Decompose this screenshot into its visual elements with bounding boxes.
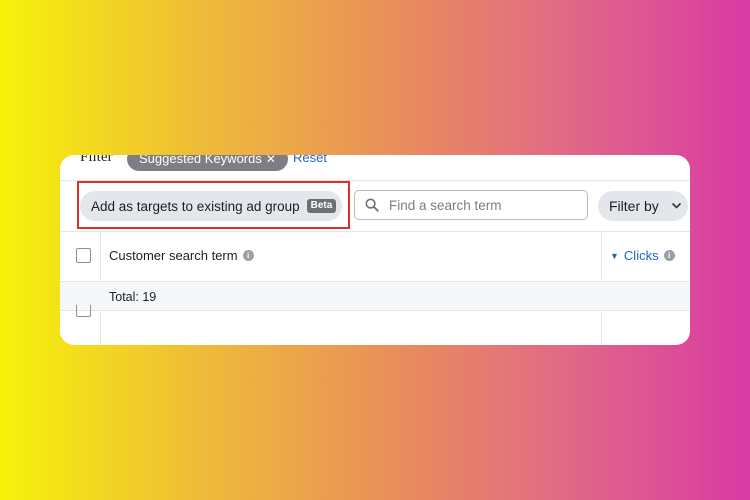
filter-by-button[interactable]: Filter by <box>598 191 688 221</box>
filter-bar: Filter Suggested Keywords ✕ Reset <box>60 155 690 181</box>
search-terms-table: Customer search term i ▼ Clicks i Total:… <box>60 232 690 345</box>
search-box[interactable] <box>354 190 588 220</box>
suggested-keywords-chip[interactable]: Suggested Keywords ✕ <box>127 155 288 171</box>
search-terms-panel: Filter Suggested Keywords ✕ Reset Add as… <box>60 155 690 345</box>
toolbar: Add as targets to existing ad group Beta… <box>60 181 690 231</box>
close-icon[interactable]: ✕ <box>266 155 276 171</box>
row-checkbox[interactable] <box>76 305 91 317</box>
chip-label: Suggested Keywords <box>139 155 262 166</box>
total-row: Total: 19 <box>60 282 690 310</box>
info-icon[interactable]: i <box>242 250 254 261</box>
filter-label: Filter <box>80 155 113 165</box>
row-text-cutoff <box>110 307 220 312</box>
search-icon <box>365 198 379 212</box>
column-label: Clicks <box>623 248 659 263</box>
info-icon[interactable]: i <box>663 250 675 261</box>
search-input[interactable] <box>387 196 581 214</box>
reset-link[interactable]: Reset <box>293 155 327 165</box>
chevron-down-icon <box>671 202 681 209</box>
total-label: Total: 19 <box>109 290 157 304</box>
table-row <box>60 305 690 345</box>
add-as-targets-button[interactable]: Add as targets to existing ad group Beta <box>80 191 342 221</box>
column-header-clicks[interactable]: ▼ Clicks i <box>610 248 675 263</box>
sort-desc-icon: ▼ <box>610 250 619 261</box>
select-all-checkbox[interactable] <box>76 248 91 263</box>
add-button-label: Add as targets to existing ad group <box>91 198 300 214</box>
filter-by-label: Filter by <box>609 198 659 214</box>
beta-badge: Beta <box>306 199 337 213</box>
column-label: Customer search term <box>109 248 238 263</box>
column-header-search-term[interactable]: Customer search term i <box>109 248 254 263</box>
table-header: Customer search term i ▼ Clicks i <box>60 232 690 281</box>
